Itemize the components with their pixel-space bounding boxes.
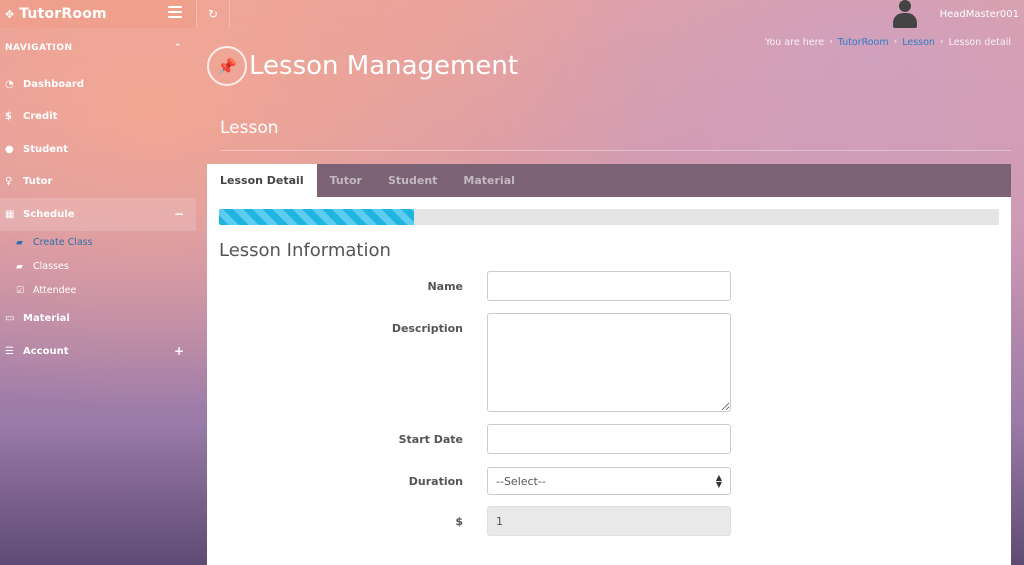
page-title: Lesson Management bbox=[249, 51, 519, 81]
sidebar-subitem-label: Create Class bbox=[33, 237, 93, 248]
top-bar: ✥ TutorRoom ↻ HeadMaster001 bbox=[0, 0, 1024, 28]
check-square-icon: ☑ bbox=[16, 285, 25, 296]
chevron-right-icon: › bbox=[893, 37, 898, 47]
duration-selected-value: --Select-- bbox=[496, 474, 546, 488]
tab-lesson-detail[interactable]: Lesson Detail bbox=[207, 164, 317, 197]
sidebar-subitem-classes[interactable]: ▰ Classes bbox=[0, 255, 196, 279]
sidebar: NAVIGATION ⌃ ◔ Dashboard $ Credit ● Stud… bbox=[0, 28, 196, 565]
brand[interactable]: ✥ TutorRoom bbox=[0, 0, 196, 28]
sidebar-item-label: Schedule bbox=[23, 208, 75, 220]
breadcrumb-link-home[interactable]: TutorRoom bbox=[838, 37, 889, 48]
breadcrumb-prefix: You are here bbox=[764, 37, 825, 48]
lesson-card: Lesson Detail Tutor Student Material Les… bbox=[207, 164, 1011, 565]
sidebar-item-account[interactable]: ☰ Account + bbox=[0, 335, 196, 368]
calendar-icon: ▦ bbox=[5, 208, 15, 220]
name-input[interactable] bbox=[487, 271, 731, 301]
sidebar-subitem-attendee[interactable]: ☑ Attendee bbox=[0, 279, 196, 303]
sidebar-item-label: Material bbox=[23, 313, 70, 325]
collapse-icon[interactable]: − bbox=[174, 207, 184, 221]
brand-logo-icon: ✥ bbox=[5, 7, 15, 21]
breadcrumb-current: Lesson detail bbox=[948, 37, 1011, 48]
name-label: Name bbox=[427, 280, 463, 293]
price-label: $ bbox=[455, 515, 463, 528]
description-textarea[interactable] bbox=[487, 313, 731, 412]
sidebar-item-material[interactable]: ▭ Material bbox=[0, 303, 196, 336]
sidebar-item-label: Account bbox=[23, 345, 69, 357]
sidebar-subitem-label: Attendee bbox=[33, 285, 77, 296]
tab-tutor[interactable]: Tutor bbox=[317, 164, 375, 197]
breadcrumb-link-lesson[interactable]: Lesson bbox=[902, 37, 935, 48]
start-date-input[interactable] bbox=[487, 424, 731, 454]
user-menu[interactable]: HeadMaster001 bbox=[892, 0, 1019, 28]
username[interactable]: HeadMaster001 bbox=[940, 9, 1019, 20]
chevron-up-icon[interactable]: ⌃ bbox=[174, 43, 182, 53]
price-value: 1 bbox=[496, 514, 503, 528]
brand-name: TutorRoom bbox=[19, 6, 107, 22]
tab-material[interactable]: Material bbox=[450, 164, 527, 197]
chevron-right-icon: › bbox=[829, 37, 833, 47]
start-date-label: Start Date bbox=[398, 433, 463, 446]
sidebar-item-student[interactable]: ● Student bbox=[0, 133, 196, 166]
sidebar-item-credit[interactable]: $ Credit bbox=[0, 101, 196, 134]
nav-header[interactable]: NAVIGATION ⌃ bbox=[0, 28, 196, 68]
user-icon: ● bbox=[5, 143, 14, 155]
sidebar-item-label: Dashboard bbox=[23, 78, 84, 90]
wizard-progress-bar bbox=[219, 209, 999, 225]
chevron-right-icon: › bbox=[939, 37, 944, 47]
duration-label: Duration bbox=[408, 475, 463, 488]
folder-icon: ▭ bbox=[5, 313, 15, 325]
avatar[interactable] bbox=[892, 0, 918, 28]
select-arrows-icon: ▲ ▼ bbox=[715, 473, 722, 489]
sidebar-item-dashboard[interactable]: ◔ Dashboard bbox=[0, 68, 196, 101]
duration-select[interactable]: --Select-- ▲ ▼ bbox=[487, 467, 731, 495]
nav-header-label: NAVIGATION bbox=[5, 43, 73, 53]
expand-icon[interactable]: + bbox=[174, 344, 184, 358]
breadcrumb: You are here › TutorRoom › Lesson › Less… bbox=[765, 37, 1011, 48]
dashboard-icon: ◔ bbox=[5, 78, 14, 90]
pushpin-icon: 📌 bbox=[207, 46, 247, 86]
tab-student[interactable]: Student bbox=[375, 164, 450, 197]
sidebar-item-tutor[interactable]: ♀ Tutor bbox=[0, 166, 196, 199]
divider bbox=[220, 150, 1011, 151]
page-header: 📌 Lesson Management bbox=[207, 46, 518, 86]
price-input: 1 bbox=[487, 506, 731, 536]
dollar-icon: $ bbox=[5, 111, 12, 123]
sidebar-item-label: Student bbox=[23, 143, 68, 155]
description-label: Description bbox=[391, 322, 463, 335]
book-icon: ▰ bbox=[16, 237, 23, 248]
form-heading: Lesson Information bbox=[219, 240, 391, 261]
sidebar-item-schedule[interactable]: ▦ Schedule − bbox=[0, 198, 196, 231]
sidebar-item-label: Credit bbox=[23, 111, 58, 123]
male-icon: ♀ bbox=[5, 176, 13, 188]
progress-fill bbox=[219, 209, 414, 225]
refresh-icon[interactable]: ↻ bbox=[196, 0, 230, 28]
sidebar-subitem-label: Classes bbox=[33, 261, 69, 272]
section-title: Lesson bbox=[220, 118, 279, 138]
menu-toggle-icon[interactable] bbox=[168, 6, 182, 20]
sidebar-subitem-create-class[interactable]: ▰ Create Class bbox=[0, 231, 196, 255]
list-icon: ☰ bbox=[5, 345, 14, 357]
tab-bar: Lesson Detail Tutor Student Material bbox=[207, 164, 1011, 197]
sidebar-item-label: Tutor bbox=[23, 176, 53, 188]
book-icon: ▰ bbox=[16, 261, 23, 272]
